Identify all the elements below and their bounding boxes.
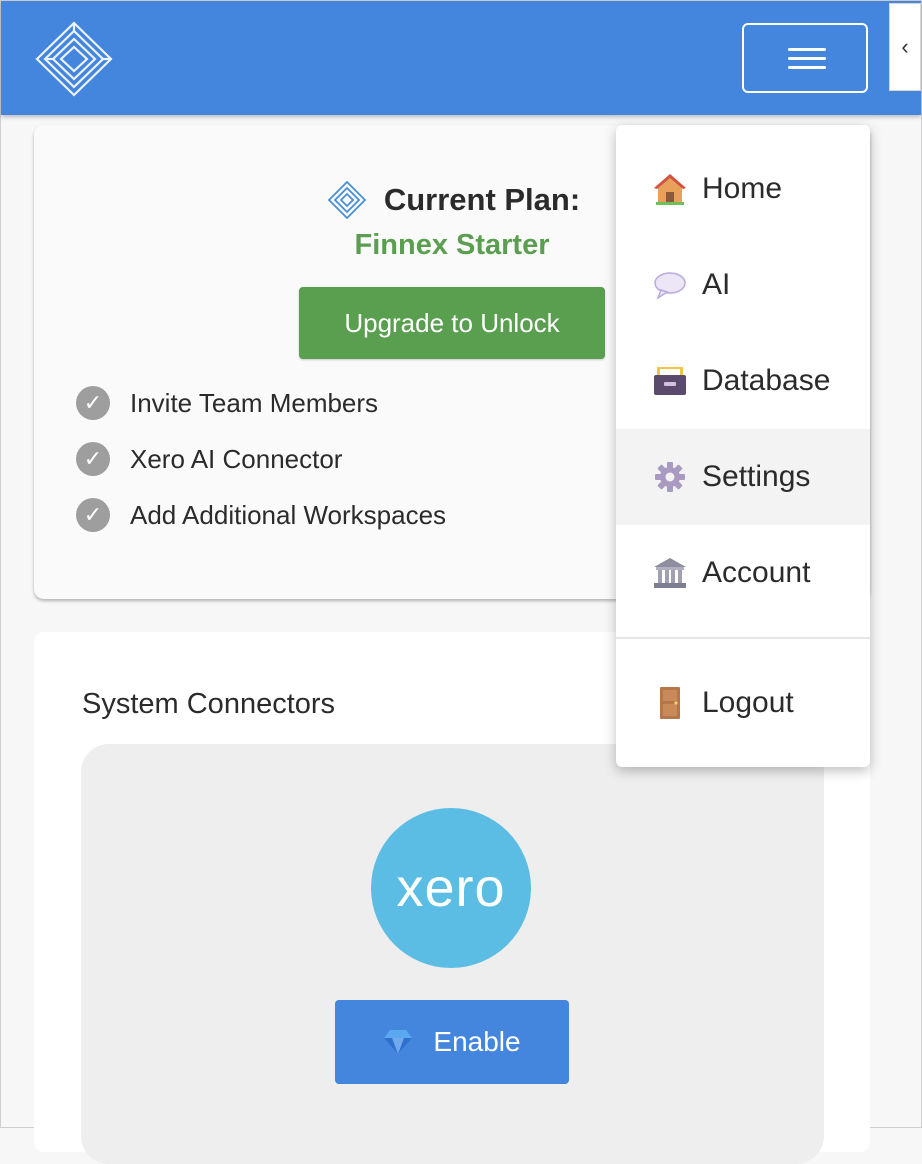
menu-item-label: Settings [702,460,811,493]
hamburger-bar [788,57,826,60]
navigation-dropdown-menu: Home AI Database Settings Account Logout [616,125,870,767]
feature-label: Xero AI Connector [130,443,343,474]
xero-logo-text: xero [396,858,506,918]
hamburger-icon [788,48,826,51]
plan-diamond-icon [327,181,366,219]
xero-connector-tile: xero Enable [81,744,824,1164]
upgrade-button[interactable]: Upgrade to Unlock [299,287,605,359]
plan-label: Current Plan: [383,182,581,217]
door-icon [660,687,680,719]
menu-item-label: Home [702,172,783,205]
menu-item-account[interactable]: Account [616,525,870,621]
check-circle-icon: ✓ [76,498,110,532]
plan-features-list: ✓ Invite Team Members ✓ Xero AI Connecto… [76,375,446,543]
check-circle-icon: ✓ [76,442,110,476]
hamburger-bar [788,66,826,69]
speech-bubble-icon [654,272,686,300]
gear-icon [655,462,685,492]
menu-item-label: AI [702,268,731,301]
feature-label: Invite Team Members [130,387,379,418]
menu-item-label: Account [702,556,811,589]
menu-item-label: Database [702,364,831,397]
feature-item: ✓ Xero AI Connector [76,431,446,487]
enable-xero-button[interactable]: Enable [335,1000,569,1084]
menu-item-label: Logout [702,686,794,719]
menu-item-ai[interactable]: AI [616,237,870,333]
section-title: System Connectors [82,688,336,720]
menu-toggle-button[interactable] [742,23,868,93]
sidebar-collapse-tab[interactable]: ‹ [889,3,921,91]
gem-icon [384,1030,413,1054]
xero-logo: xero [371,808,531,968]
bank-icon [654,558,686,588]
chevron-left-icon: ‹ [901,34,909,59]
feature-label: Add Additional Workspaces [130,499,447,530]
card-file-box-icon [654,367,686,395]
menu-item-database[interactable]: Database [616,333,870,429]
menu-item-settings[interactable]: Settings [616,429,870,525]
menu-item-logout[interactable]: Logout [616,655,870,751]
top-navigation-bar [1,1,921,115]
check-circle-icon: ✓ [76,386,110,420]
maze-diamond-logo-icon[interactable] [35,21,113,97]
house-icon [654,174,686,205]
feature-item: ✓ Invite Team Members [76,375,446,431]
feature-item: ✓ Add Additional Workspaces [76,487,446,543]
enable-label: Enable [433,1026,521,1057]
menu-item-home[interactable]: Home [616,141,870,237]
menu-divider [616,637,870,639]
